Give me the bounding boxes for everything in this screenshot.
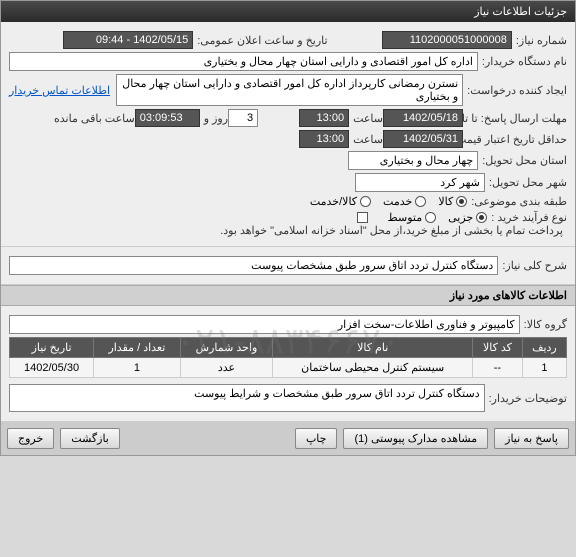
col-date: تاریخ نیاز [10, 338, 94, 358]
deadline-label: مهلت ارسال پاسخ: تا تاریخ: [467, 112, 567, 125]
contact-link[interactable]: اطلاعات تماس خریدار [9, 84, 110, 97]
need-desc-field: دستگاه کنترل تردد اتاق سرور طبق مشخصات پ… [9, 256, 498, 275]
respond-button[interactable]: پاسخ به نیاز [494, 428, 569, 449]
creator-field: نسترن رمضانی کارپرداز اداره کل امور اقتص… [116, 74, 463, 106]
pay-note-label: پرداخت تمام یا بخشی از مبلغ خرید،از محل … [220, 224, 563, 237]
col-qty: تعداد / مقدار [94, 338, 180, 358]
time-label-1: ساعت [353, 112, 383, 125]
goods-group-field: کامپیوتر و فناوری اطلاعات-سخت افزار [9, 315, 520, 334]
days-and-label: روز و [204, 112, 228, 125]
goods-table: ردیف کد کالا نام کالا واحد شمارش تعداد /… [9, 337, 567, 378]
table-row[interactable]: 1 -- سیستم کنترل محیطی ساختمان عدد 1 140… [10, 358, 567, 378]
treasury-checkbox[interactable] [357, 212, 368, 223]
remain-label: ساعت باقی مانده [54, 112, 135, 125]
subject-cat-radios: کالا خدمت کالا/خدمت [310, 195, 467, 208]
print-button[interactable]: چاپ [295, 428, 338, 449]
announce-dt-label: تاریخ و ساعت اعلان عمومی: [197, 34, 327, 47]
col-row: ردیف [522, 338, 566, 358]
radio-khedmat[interactable] [415, 196, 426, 207]
footer-bar: پاسخ به نیاز مشاهده مدارک پیوستی (1) چاپ… [1, 422, 575, 455]
need-no-field: 1102000051000008 [382, 31, 512, 49]
attachments-button[interactable]: مشاهده مدارک پیوستی (1) [343, 428, 488, 449]
city-label: شهر محل تحویل: [489, 176, 567, 189]
radio-kala[interactable] [456, 196, 467, 207]
back-button[interactable]: بازگشت [60, 428, 120, 449]
creator-label: ایجاد کننده درخواست: [467, 84, 567, 97]
countdown-field: 03:09:53 [135, 109, 200, 127]
buyer-notes-label: توضیحات خریدار: [489, 392, 567, 405]
col-name: نام کالا [273, 338, 473, 358]
need-no-label: شماره نیاز: [516, 34, 567, 47]
buyer-name-label: نام دستگاه خریدار: [482, 55, 567, 68]
buy-type-label: نوع فرآیند خرید : [491, 211, 567, 224]
window-title: جزئیات اطلاعات نیاز [1, 1, 575, 22]
goods-group-label: گروه کالا: [524, 318, 567, 331]
validity-date-field: 1402/05/31 [383, 130, 463, 148]
validity-label: حداقل تاریخ اعتبار قیمت: تا تاریخ: [467, 133, 567, 146]
province-label: استان محل تحویل: [482, 154, 567, 167]
validity-time-field: 13:00 [299, 130, 349, 148]
goods-section-title: اطلاعات کالاهای مورد نیاز [1, 285, 575, 306]
radio-motavaset[interactable] [425, 212, 436, 223]
need-desc-label: شرح کلی نیاز: [502, 259, 567, 272]
days-field: 3 [228, 109, 258, 127]
deadline-time-field: 13:00 [299, 109, 349, 127]
buyer-notes-field: دستگاه کنترل تردد اتاق سرور طبق مشخصات و… [9, 384, 485, 412]
announce-dt-field: 1402/05/15 - 09:44 [63, 31, 193, 49]
subject-cat-label: طبقه بندی موضوعی: [471, 195, 567, 208]
time-label-2: ساعت [353, 133, 383, 146]
col-code: کد کالا [473, 338, 523, 358]
radio-jozi[interactable] [476, 212, 487, 223]
deadline-date-field: 1402/05/18 [383, 109, 463, 127]
city-field: شهر کرد [355, 173, 485, 192]
buyer-name-field: اداره کل امور اقتصادی و دارایی استان چها… [9, 52, 478, 71]
buy-type-radios: جزیی متوسط [388, 211, 488, 224]
radio-kala-khedmat[interactable] [360, 196, 371, 207]
exit-button[interactable]: خروج [7, 428, 54, 449]
col-unit: واحد شمارش [180, 338, 273, 358]
province-field: چهار محال و بختیاری [348, 151, 478, 170]
